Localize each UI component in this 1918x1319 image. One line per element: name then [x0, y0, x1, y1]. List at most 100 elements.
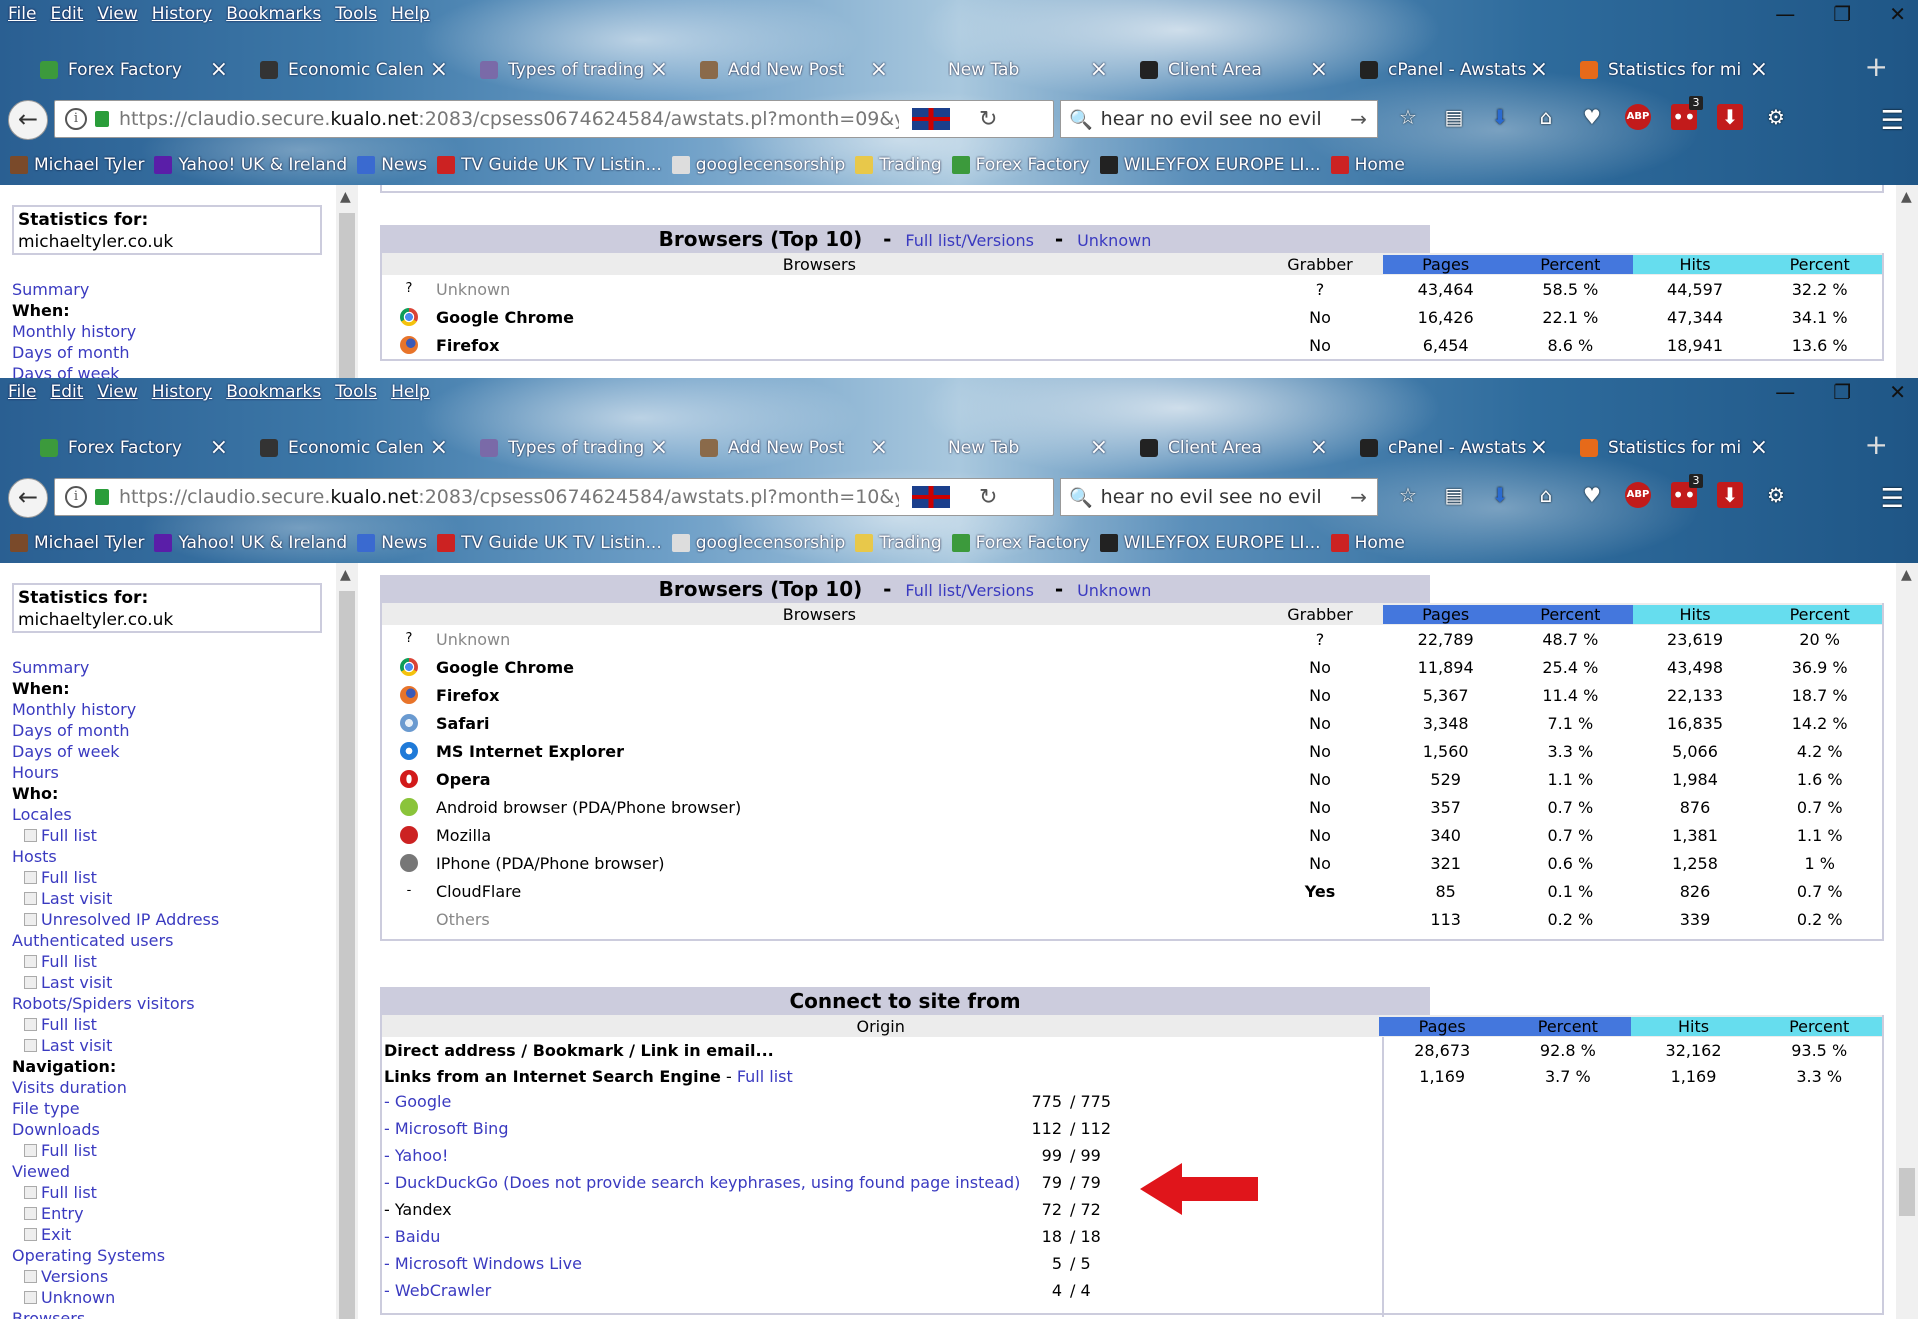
nav-link[interactable]: Days of month [12, 342, 336, 363]
maximize-button[interactable]: ❐ [1833, 2, 1851, 26]
extension-badge-icon[interactable]: •• 3 [1671, 474, 1703, 508]
scroll-up-icon[interactable]: ▲ [340, 189, 351, 205]
tab-0[interactable]: Forex Factory × [30, 433, 250, 463]
info-icon[interactable]: i [65, 486, 87, 508]
bookmark-item[interactable]: Michael Tyler [10, 155, 144, 175]
bookmark-item[interactable]: TV Guide UK TV Listin... [437, 155, 662, 175]
search-engine-link[interactable]: - Yandex [384, 1200, 1030, 1219]
nav-sublink[interactable]: Unknown [12, 1287, 336, 1308]
tab-6[interactable]: cPanel - Awstats × [1350, 55, 1570, 85]
tab-0[interactable]: Forex Factory × [30, 55, 250, 85]
tab-close-icon[interactable]: × [1530, 57, 1548, 82]
nav-sublink[interactable]: Full list [12, 1182, 336, 1203]
hamburger-menu-icon[interactable]: ☰ [1881, 106, 1904, 136]
extension-badge-icon[interactable]: •• 3 [1671, 96, 1703, 130]
unknown-link[interactable]: Unknown [1077, 581, 1151, 600]
bookmark-star-icon[interactable]: ☆ [1395, 482, 1421, 508]
nav-link[interactable]: Summary [12, 657, 336, 678]
search-engine-link[interactable]: - DuckDuckGo (Does not provide search ke… [384, 1173, 1030, 1192]
minimize-button[interactable]: — [1775, 2, 1795, 26]
nav-sublink[interactable]: Full list [12, 867, 336, 888]
tab-3[interactable]: Add New Post × [690, 433, 910, 463]
tab-4[interactable]: New Tab × [910, 433, 1130, 463]
pocket-icon[interactable]: ♥ [1579, 104, 1605, 130]
tab-close-icon[interactable]: × [1310, 435, 1328, 460]
tab-2[interactable]: Types of trading × [470, 55, 690, 85]
tab-close-icon[interactable]: × [210, 57, 228, 82]
extension-icon[interactable]: ⚙ [1763, 104, 1789, 130]
search-engine-link[interactable]: - Microsoft Windows Live [384, 1254, 1030, 1273]
new-tab-button[interactable]: + [1865, 50, 1888, 83]
menu-bookmarks[interactable]: Bookmarks [226, 4, 321, 24]
tab-close-icon[interactable]: × [1750, 57, 1768, 82]
hamburger-menu-icon[interactable]: ☰ [1881, 484, 1904, 514]
nav-link[interactable]: Operating Systems [12, 1245, 336, 1266]
url-bar[interactable]: i https://claudio.secure.kualo.net:2083/… [54, 478, 1054, 516]
bookmark-item[interactable]: Home [1330, 533, 1405, 553]
page-scrollbar[interactable]: ▲ [1896, 563, 1918, 1319]
pocket-icon[interactable]: ♥ [1579, 482, 1605, 508]
bookmark-item[interactable]: googlecensorship [671, 155, 845, 175]
tab-close-icon[interactable]: × [1090, 435, 1108, 460]
search-engine-link[interactable]: - Microsoft Bing [384, 1119, 1030, 1138]
extension-icon[interactable]: ⚙ [1763, 482, 1789, 508]
nav-sublink[interactable]: Last visit [12, 1035, 336, 1056]
bookmarks-list-icon[interactable]: ▤ [1441, 104, 1467, 130]
search-box[interactable]: 🔍 hear no evil see no evil → [1060, 478, 1378, 516]
nav-link[interactable]: Hours [12, 762, 336, 783]
nav-sublink[interactable]: Exit [12, 1224, 336, 1245]
search-input[interactable]: hear no evil see no evil [1101, 486, 1322, 508]
close-window-button[interactable]: ✕ [1889, 380, 1906, 404]
bookmark-item[interactable]: googlecensorship [671, 533, 845, 553]
full-list-versions-link[interactable]: Full list/Versions [905, 231, 1034, 250]
tab-close-icon[interactable]: × [650, 435, 668, 460]
uk-flag-icon[interactable] [911, 485, 951, 509]
menu-view[interactable]: View [97, 4, 137, 24]
bookmark-item[interactable]: Trading [855, 155, 942, 175]
red-download-icon[interactable]: ⬇ [1717, 482, 1743, 508]
search-engine-link[interactable]: - Google [384, 1092, 1030, 1111]
info-icon[interactable]: i [65, 108, 87, 130]
page-scrollbar[interactable]: ▲ [1896, 185, 1918, 378]
nav-link[interactable]: File type [12, 1098, 336, 1119]
uk-flag-icon[interactable] [911, 107, 951, 131]
menu-tools[interactable]: Tools [335, 382, 377, 402]
bookmark-star-icon[interactable]: ☆ [1395, 104, 1421, 130]
url-text[interactable]: https://claudio.secure.kualo.net:2083/cp… [119, 486, 899, 508]
minimize-button[interactable]: — [1775, 380, 1795, 404]
nav-link[interactable]: Days of week [12, 363, 336, 378]
adblock-icon[interactable]: ABP [1625, 104, 1651, 130]
tab-6[interactable]: cPanel - Awstats × [1350, 433, 1570, 463]
bookmark-item[interactable]: Forex Factory [951, 155, 1090, 175]
search-input[interactable]: hear no evil see no evil [1101, 108, 1322, 130]
bookmark-item[interactable]: TV Guide UK TV Listin... [437, 533, 662, 553]
tab-close-icon[interactable]: × [1090, 57, 1108, 82]
nav-sublink[interactable]: Full list [12, 1014, 336, 1035]
nav-link[interactable]: Monthly history [12, 321, 336, 342]
tab-close-icon[interactable]: × [870, 57, 888, 82]
nav-sublink[interactable]: Unresolved IP Address [12, 909, 336, 930]
nav-link[interactable]: Days of month [12, 720, 336, 741]
menu-edit[interactable]: Edit [50, 4, 83, 24]
tab-5[interactable]: Client Area × [1130, 433, 1350, 463]
scroll-up-icon[interactable]: ▲ [1901, 189, 1912, 205]
nav-sublink[interactable]: Full list [12, 825, 336, 846]
bookmark-item[interactable]: Michael Tyler [10, 533, 144, 553]
download-icon[interactable]: ⬇ [1487, 104, 1513, 130]
adblock-icon[interactable]: ABP [1625, 482, 1651, 508]
nav-sublink[interactable]: Entry [12, 1203, 336, 1224]
tab-close-icon[interactable]: × [1530, 435, 1548, 460]
red-download-icon[interactable]: ⬇ [1717, 104, 1743, 130]
tab-1[interactable]: Economic Calen × [250, 433, 470, 463]
bookmark-item[interactable]: News [357, 533, 427, 553]
tab-7[interactable]: Statistics for mi × [1570, 433, 1790, 463]
sidebar-scrollbar[interactable]: ▲ [336, 563, 358, 1319]
maximize-button[interactable]: ❐ [1833, 380, 1851, 404]
menu-help[interactable]: Help [391, 382, 430, 402]
menu-tools[interactable]: Tools [335, 4, 377, 24]
bookmarks-list-icon[interactable]: ▤ [1441, 482, 1467, 508]
tab-close-icon[interactable]: × [430, 57, 448, 82]
nav-link[interactable]: Viewed [12, 1161, 336, 1182]
menu-history[interactable]: History [152, 382, 212, 402]
tab-close-icon[interactable]: × [210, 435, 228, 460]
